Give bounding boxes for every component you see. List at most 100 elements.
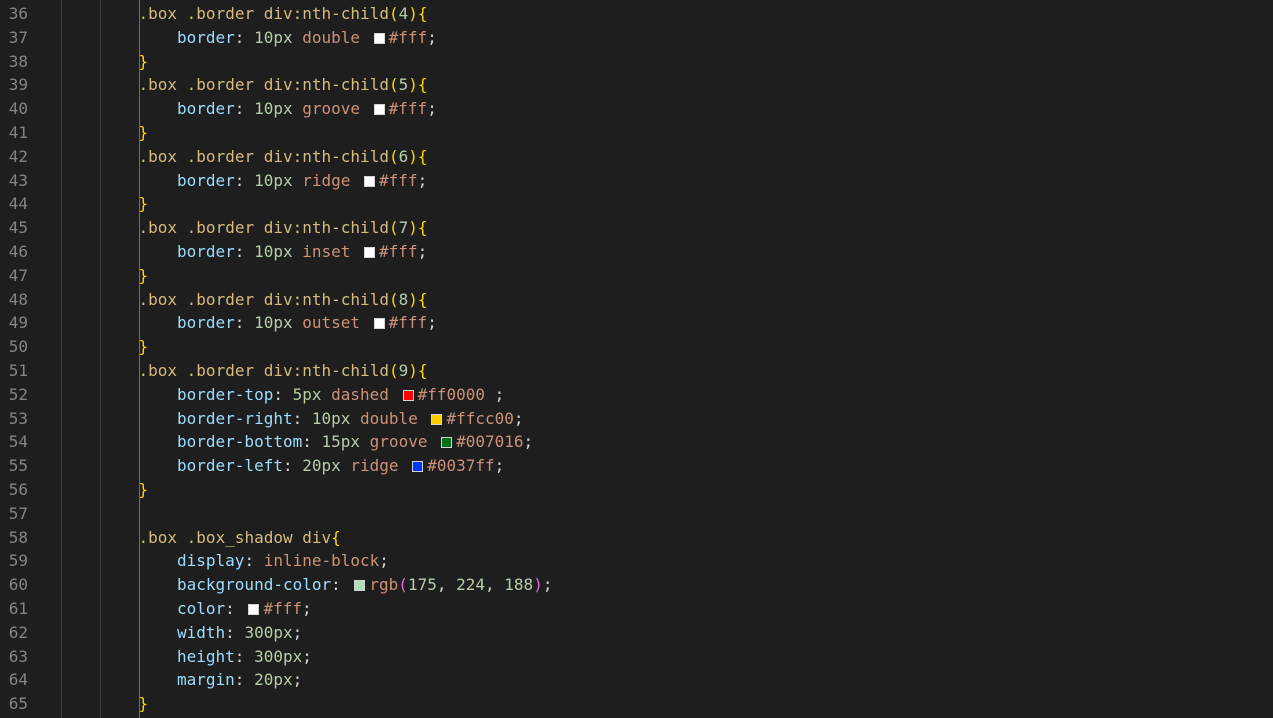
code-token: border-right bbox=[177, 408, 293, 428]
code-editor[interactable]: 36 .box .border div:nth-child(4){37 border… bbox=[0, 0, 1273, 718]
code-token: .box .border div:nth-child bbox=[138, 361, 389, 380]
code-token: ( bbox=[388, 218, 399, 238]
color-swatch[interactable] bbox=[248, 604, 260, 615]
code-token: : bbox=[273, 384, 293, 404]
color-swatch[interactable] bbox=[354, 580, 366, 592]
code-line[interactable]: 49 border: 10px outset #fff; bbox=[0, 311, 1273, 335]
code-token: { bbox=[417, 75, 428, 95]
code-token: border bbox=[177, 313, 235, 333]
code-line[interactable]: 47} bbox=[0, 264, 1273, 288]
line-code: .box .border div:nth-child(5){ bbox=[139, 73, 428, 97]
code-line[interactable]: 61 color: #fff; bbox=[0, 597, 1273, 621]
code-line[interactable]: 60 background-color: rgb(175, 224, 188); bbox=[0, 573, 1273, 597]
code-token: 20px bbox=[254, 670, 293, 690]
color-swatch[interactable] bbox=[373, 104, 385, 116]
code-line[interactable]: 45 .box .border div:nth-child(7){ bbox=[0, 216, 1273, 240]
code-token: { bbox=[417, 4, 428, 23]
code-line[interactable]: 58 .box .box_shadow div{ bbox=[0, 526, 1273, 550]
line-code: border-top: 5px dashed #ff0000 ; bbox=[177, 383, 504, 407]
line-number: 56 bbox=[8, 480, 28, 499]
code-line[interactable]: 38} bbox=[0, 50, 1273, 74]
line-code: border-right: 10px double #ffcc00; bbox=[177, 407, 524, 431]
code-token: : bbox=[234, 27, 255, 47]
code-token: 10px bbox=[254, 27, 293, 47]
code-token: : bbox=[225, 599, 245, 618]
color-swatch[interactable] bbox=[441, 437, 453, 449]
code-token: } bbox=[138, 51, 149, 71]
code-token: ; bbox=[292, 622, 303, 642]
code-token: 4 bbox=[398, 4, 409, 23]
line-code: border-bottom: 15px groove #007016; bbox=[177, 430, 533, 454]
code-token: border-left bbox=[177, 456, 283, 476]
line-number: 41 bbox=[8, 123, 28, 142]
code-line[interactable]: 62 width: 300px; bbox=[0, 621, 1273, 645]
code-token: border bbox=[177, 99, 235, 119]
line-code: border-left: 20px ridge #0037ff; bbox=[177, 454, 504, 478]
code-token: 300px bbox=[254, 646, 303, 666]
code-line[interactable]: 59 display: inline-block; bbox=[0, 549, 1273, 573]
code-line[interactable]: 56} bbox=[0, 478, 1273, 502]
code-line[interactable]: 36 .box .border div:nth-child(4){ bbox=[0, 2, 1273, 26]
code-token: #fff bbox=[379, 170, 418, 190]
line-code: margin: 20px; bbox=[177, 668, 302, 692]
color-swatch[interactable] bbox=[373, 318, 385, 330]
code-token: , bbox=[436, 575, 457, 595]
code-line[interactable]: 54 border-bottom: 15px groove #007016; bbox=[0, 430, 1273, 454]
code-token: 10px bbox=[254, 170, 293, 190]
code-token: ; bbox=[379, 551, 389, 571]
code-line[interactable]: 44} bbox=[0, 192, 1273, 216]
code-token: ) bbox=[408, 75, 418, 95]
line-code: .box .border div:nth-child(9){ bbox=[139, 359, 428, 383]
color-swatch[interactable] bbox=[402, 389, 414, 401]
code-line[interactable]: 39 .box .border div:nth-child(5){ bbox=[0, 73, 1273, 97]
code-token: 188 bbox=[504, 575, 534, 595]
line-code: .box .border div:nth-child(8){ bbox=[139, 288, 428, 312]
code-token: ; bbox=[523, 432, 534, 452]
code-line[interactable]: 48 .box .border div:nth-child(8){ bbox=[0, 288, 1273, 312]
line-code: border: 10px groove #fff; bbox=[177, 97, 437, 121]
code-line[interactable]: 37 border: 10px double #fff; bbox=[0, 26, 1273, 50]
code-token: : bbox=[244, 551, 264, 571]
code-token: 10px bbox=[254, 99, 293, 119]
code-token: : bbox=[234, 646, 255, 666]
line-number: 52 bbox=[8, 384, 28, 404]
code-token: .box .border div:nth-child bbox=[138, 218, 389, 238]
line-number: 51 bbox=[8, 361, 28, 380]
code-line[interactable]: 43 border: 10px ridge #fff; bbox=[0, 169, 1273, 193]
line-code: } bbox=[139, 264, 149, 288]
code-token: 5 bbox=[398, 75, 409, 95]
code-line[interactable]: 64 margin: 20px; bbox=[0, 668, 1273, 692]
color-swatch[interactable] bbox=[431, 413, 443, 425]
line-code: display: inline-block; bbox=[177, 549, 389, 573]
code-token: #fff bbox=[379, 242, 418, 261]
code-line[interactable]: 65} bbox=[0, 692, 1273, 716]
code-line[interactable]: 42 .box .border div:nth-child(6){ bbox=[0, 145, 1273, 169]
color-swatch[interactable] bbox=[364, 247, 376, 258]
code-token: : bbox=[234, 170, 255, 190]
code-token: ; bbox=[485, 384, 505, 404]
code-line[interactable]: 40 border: 10px groove #fff; bbox=[0, 97, 1273, 121]
code-token: groove bbox=[292, 99, 370, 119]
color-swatch[interactable] bbox=[364, 175, 376, 187]
code-token: double bbox=[292, 27, 370, 47]
code-line[interactable]: 57 bbox=[0, 502, 1273, 526]
code-line[interactable]: 41} bbox=[0, 121, 1273, 145]
color-swatch[interactable] bbox=[373, 32, 385, 44]
code-token: 10px bbox=[311, 408, 351, 428]
code-line[interactable]: 55 border-left: 20px ridge #0037ff; bbox=[0, 454, 1273, 478]
color-swatch[interactable] bbox=[412, 461, 424, 473]
code-token: } bbox=[138, 194, 149, 214]
code-line[interactable]: 63 height: 300px; bbox=[0, 645, 1273, 669]
line-code: border: 10px double #fff; bbox=[177, 26, 437, 50]
code-token: } bbox=[138, 265, 149, 285]
code-line[interactable]: 46 border: 10px inset #fff; bbox=[0, 240, 1273, 264]
code-token: outset bbox=[292, 313, 370, 333]
code-line[interactable]: 50} bbox=[0, 335, 1273, 359]
line-number: 55 bbox=[8, 456, 28, 476]
code-line[interactable]: 53 border-right: 10px double #ffcc00; bbox=[0, 407, 1273, 431]
code-token: ) bbox=[408, 289, 418, 309]
code-line[interactable]: 52 border-top: 5px dashed #ff0000 ; bbox=[0, 383, 1273, 407]
code-line[interactable]: 51 .box .border div:nth-child(9){ bbox=[0, 359, 1273, 383]
code-token: 7 bbox=[398, 218, 409, 238]
code-token: .box .border div:nth-child bbox=[138, 289, 389, 309]
